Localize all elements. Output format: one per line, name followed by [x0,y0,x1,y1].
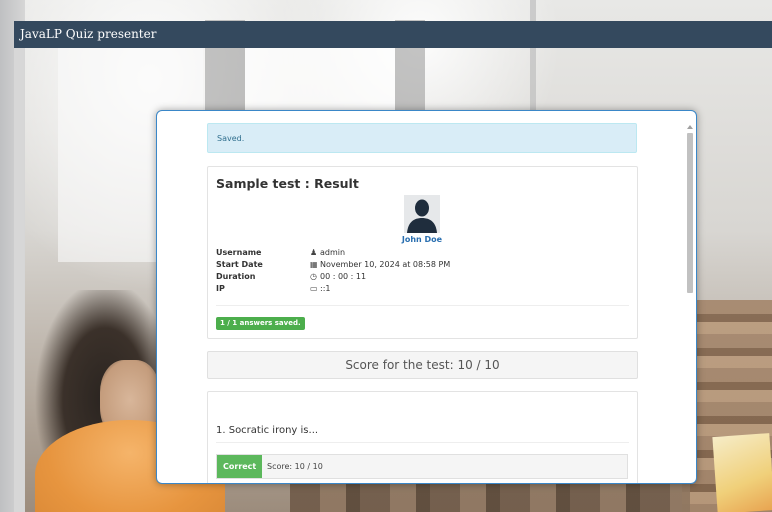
info-value: ::1 [320,284,331,293]
question-panel: 1. Socratic irony is... Correct Score: 1… [207,391,638,483]
user-name-link[interactable]: John Doe [388,235,456,244]
info-row-username: Username ♟ admin [216,247,516,259]
clock-icon: ◷ [310,272,317,281]
info-label: Username [216,248,262,257]
divider [216,305,629,306]
result-modal: Saved. Sample test : Result John Doe Use… [156,110,697,484]
result-panel: Sample test : Result John Doe Username ♟… [207,166,638,339]
info-label: Duration [216,272,256,281]
modal-scrollbar[interactable] [687,133,693,293]
info-row-duration: Duration ◷ 00 : 00 : 11 [216,271,516,283]
info-value: November 10, 2024 at 08:58 PM [320,260,451,269]
top-navbar: JavaLP Quiz presenter [14,21,772,48]
result-info-list: Username ♟ admin Start Date ▦ November 10,… [216,247,516,295]
user-icon: ♟ [310,248,318,257]
scroll-up-arrow-icon[interactable] [687,125,693,129]
info-label: IP [216,284,225,293]
avatar [404,195,440,233]
question-text: 1. Socratic irony is... [216,425,319,436]
correct-badge: Correct [217,455,263,478]
score-summary: Score for the test: 10 / 10 [207,351,638,379]
saved-alert: Saved. [207,123,637,153]
divider [216,442,629,443]
question-result-bar: Correct Score: 10 / 10 [216,454,628,479]
laptop-icon: ▭ [310,284,318,293]
info-label: Start Date [216,260,263,269]
result-title: Sample test : Result [216,176,359,191]
app-brand[interactable]: JavaLP Quiz presenter [20,27,156,41]
info-value: 00 : 00 : 11 [320,272,367,281]
answers-saved-badge: 1 / 1 answers saved. [216,317,305,330]
user-silhouette-icon [404,195,440,233]
calendar-icon: ▦ [310,260,318,269]
question-score: Score: 10 / 10 [267,462,323,471]
info-row-ip: IP ▭::1 [216,283,516,295]
info-row-start-date: Start Date ▦ November 10, 2024 at 08:58 P… [216,259,516,271]
info-value: admin [320,248,346,257]
